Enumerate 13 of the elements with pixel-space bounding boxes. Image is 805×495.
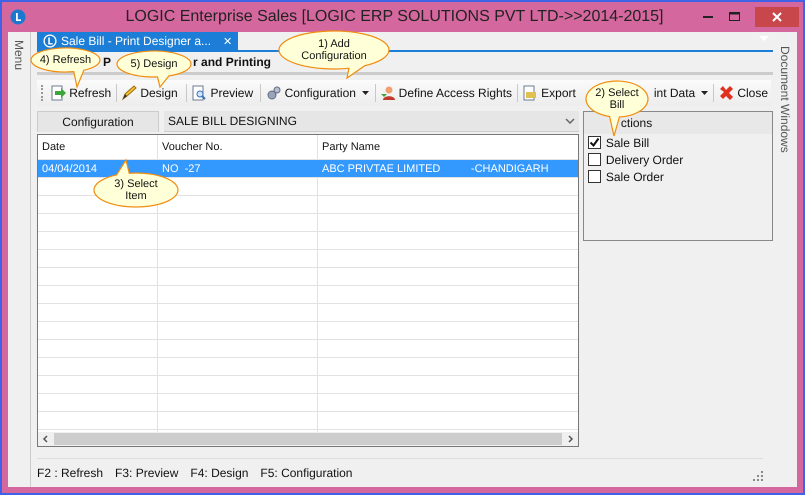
callout-tooltip: 5) Design [116,50,192,89]
form-title: r and Printing [193,55,272,69]
form-title: P [103,55,112,69]
configuration-label: Configuration [37,111,159,132]
callout-tooltip: 4) Refresh [30,47,101,89]
shortcut-hint: F2 : Refresh [37,466,104,480]
callout-tooltip: 1) Add Configuration [278,30,390,80]
shortcut-hint: F5: Configuration [260,466,352,480]
shortcut-hint: F4: Design [190,466,248,480]
table-cell-text: ABC PRIVTAE LIMITED -CHANDIGARH [321,162,550,176]
shortcut-hint: F3: Preview [115,466,178,480]
sections-header: ctions [620,116,652,130]
window-title: LOGIC Enterprise Sales [LOGIC ERP SOLUTIONS PVT LTD->>2014-2015] [124,8,664,26]
